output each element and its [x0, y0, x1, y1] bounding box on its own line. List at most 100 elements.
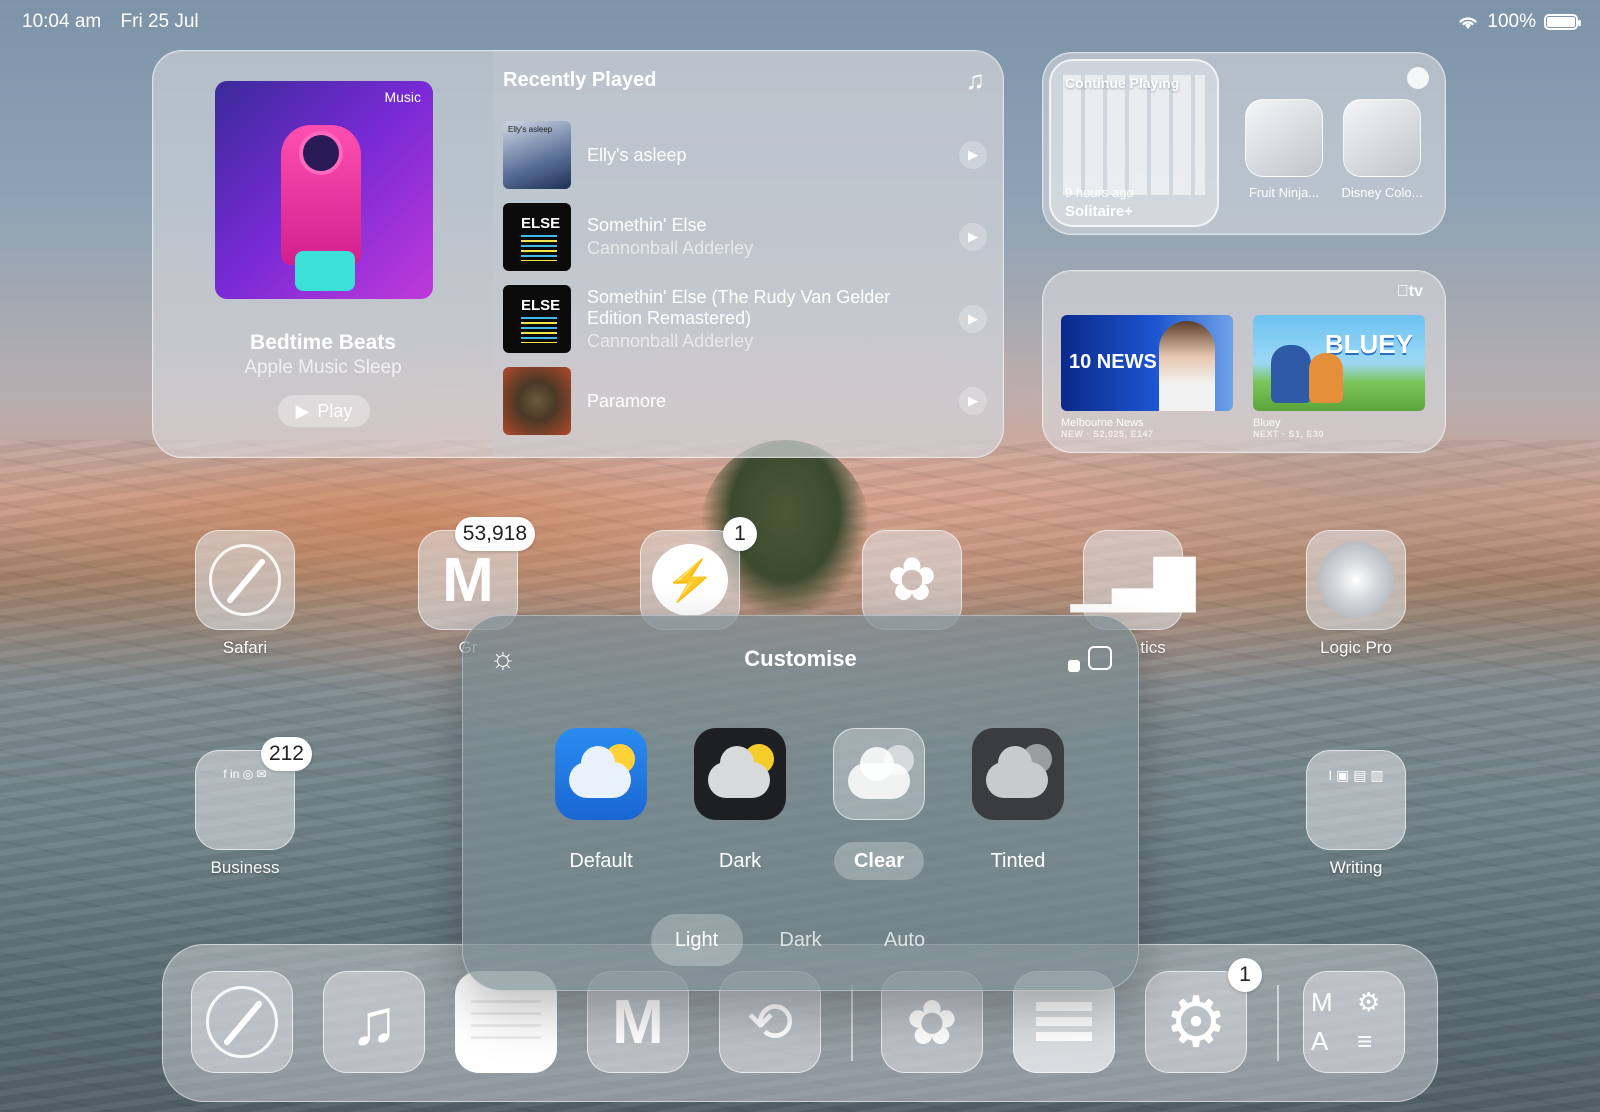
- dock-separator: [1277, 985, 1279, 1061]
- weather-clear-icon: [833, 728, 925, 820]
- safari-icon: [195, 530, 295, 630]
- games-widget[interactable]: Continue Playing 9 hours ago Solitaire+ …: [1042, 52, 1446, 235]
- mode-auto[interactable]: Auto: [859, 914, 951, 966]
- tv-item-title: Bluey: [1253, 417, 1281, 429]
- icon-size-toggle[interactable]: [1068, 646, 1112, 672]
- app-label: Writing: [1329, 858, 1383, 877]
- option-label: Clear: [834, 842, 924, 880]
- status-bar: 10:04 am Fri 25 Jul 100%: [22, 10, 1581, 34]
- mode-dark[interactable]: Dark: [755, 914, 847, 966]
- gear-icon: ⚙: [1164, 983, 1228, 1061]
- weather-default-icon: [555, 728, 647, 820]
- dock-safari[interactable]: [191, 971, 293, 1073]
- folder-icon: f in ◎ ✉ 212: [195, 737, 312, 850]
- status-time: 10:04 am: [22, 11, 102, 32]
- game-app-disney-coloring[interactable]: Disney Colo...: [1341, 99, 1423, 200]
- game-app-label: Disney Colo...: [1341, 185, 1423, 200]
- track-name: Somethin' Else: [587, 215, 707, 235]
- tv-item-title: Melbourne News: [1061, 417, 1144, 429]
- notes-icon: [471, 1000, 541, 1044]
- continue-playing-label: Continue Playing: [1065, 75, 1180, 91]
- notification-badge: 1: [723, 517, 757, 551]
- play-icon: ▶: [295, 400, 310, 421]
- app-safari[interactable]: Safari: [193, 530, 297, 658]
- style-option-default[interactable]: Default: [546, 728, 656, 880]
- dock-music[interactable]: ♫: [323, 971, 425, 1073]
- appearance-mode-selector: Light Dark Auto: [463, 914, 1138, 966]
- track-artist: Cannonball Adderley: [587, 331, 754, 351]
- style-option-tinted[interactable]: Tinted: [963, 728, 1073, 880]
- playlist-subtitle: Apple Music Sleep: [244, 357, 402, 378]
- play-button[interactable]: ▶ Play: [278, 395, 370, 427]
- track-row[interactable]: ELSE Somethin' Else Cannonball Adderley …: [503, 203, 987, 271]
- music-icon: ♫: [350, 986, 398, 1058]
- track-artwork: ELSE: [503, 203, 571, 271]
- recently-played-title: Recently Played: [503, 69, 657, 91]
- tv-thumbnail: 10 NEWS: [1061, 315, 1233, 411]
- gmail-mini-icon: M: [1311, 987, 1333, 1017]
- option-label: Dark: [718, 850, 762, 872]
- track-row[interactable]: Paramore ▶: [503, 367, 987, 435]
- style-option-clear[interactable]: Clear: [824, 728, 934, 880]
- app-logic-pro[interactable]: Logic Pro: [1304, 530, 1408, 658]
- dock-settings[interactable]: ⚙ 1: [1145, 958, 1262, 1073]
- game-app-fruit-ninja[interactable]: Fruit Ninja...: [1243, 99, 1325, 200]
- game-center-icon: [1407, 67, 1429, 89]
- music-widget[interactable]: Music Bedtime Beats Apple Music Sleep ▶ …: [152, 50, 1004, 458]
- weather-dark-icon: [694, 728, 786, 820]
- app-label: Safari: [222, 638, 268, 657]
- album-artwork[interactable]: Music: [215, 81, 433, 299]
- appstore-mini-icon: A: [1311, 1026, 1329, 1056]
- play-label: Play: [317, 400, 353, 421]
- app-label: Logic Pro: [1320, 638, 1392, 657]
- tv-item[interactable]: BLUEY Bluey NEXT · S1, E30: [1253, 315, 1425, 439]
- customise-title: Customise: [744, 646, 857, 671]
- style-option-dark[interactable]: Dark: [685, 728, 795, 880]
- folder-business[interactable]: f in ◎ ✉ 212 Business: [193, 737, 312, 878]
- dock-separator: [851, 985, 853, 1061]
- track-artwork: Elly's asleep: [503, 121, 571, 189]
- status-date: Fri 25 Jul: [120, 11, 199, 32]
- track-name: Somethin' Else (The Rudy Van Gelder Edit…: [587, 287, 891, 328]
- weather-tinted-icon: [972, 728, 1064, 820]
- customise-panel: ☼ Customise Default Dark Clear Tinted Li…: [462, 615, 1139, 991]
- gmail-icon: M: [612, 987, 664, 1057]
- track-artwork: [503, 367, 571, 435]
- option-label: Tinted: [990, 850, 1046, 872]
- track-row[interactable]: ELSE Somethin' Else (The Rudy Van Gelder…: [503, 285, 987, 353]
- diamond-arrow-icon: ⟲: [746, 990, 794, 1053]
- folder-icon: I ▣ ▤ ▥: [1306, 750, 1406, 850]
- solitaire-card[interactable]: Continue Playing 9 hours ago Solitaire+: [1049, 59, 1219, 227]
- fruit-ninja-icon: [1245, 99, 1323, 177]
- game-app-label: Fruit Ninja...: [1248, 185, 1320, 200]
- playlist-title: Bedtime Beats: [250, 331, 396, 354]
- game-name: Solitaire+: [1065, 203, 1133, 220]
- wifi-icon: [1459, 17, 1478, 29]
- tv-thumbnail: BLUEY: [1253, 315, 1425, 411]
- track-play-button[interactable]: ▶: [959, 223, 987, 251]
- logic-pro-icon: [1306, 530, 1406, 630]
- track-row[interactable]: Elly's asleep Elly's asleep ▶: [503, 121, 987, 189]
- tv-item-subtitle: NEW · S2,025, E147: [1061, 429, 1154, 439]
- last-played-time: 9 hours ago: [1065, 185, 1134, 200]
- settings-mini-icon: ⚙: [1357, 987, 1381, 1017]
- notification-badge: 53,918: [454, 517, 535, 551]
- lines-mini-icon: ≡: [1357, 1026, 1373, 1056]
- app-label: Business: [210, 858, 280, 877]
- tv-widget[interactable]: tv 10 NEWS Melbourne News NEW · S2,025,…: [1042, 270, 1446, 453]
- mode-light[interactable]: Light: [650, 914, 743, 966]
- photos-icon: ✿: [906, 988, 958, 1058]
- track-play-button[interactable]: ▶: [959, 387, 987, 415]
- track-play-button[interactable]: ▶: [959, 305, 987, 333]
- track-artist: Cannonball Adderley: [587, 238, 754, 258]
- battery-percent: 100%: [1487, 11, 1536, 32]
- folder-writing[interactable]: I ▣ ▤ ▥ Writing: [1304, 750, 1408, 878]
- track-name: Paramore: [587, 391, 667, 411]
- track-play-button[interactable]: ▶: [959, 141, 987, 169]
- apple-tv-logo: tv: [1397, 283, 1423, 300]
- tv-item[interactable]: 10 NEWS Melbourne News NEW · S2,025, E14…: [1061, 315, 1233, 439]
- apple-music-logo: Music: [384, 89, 421, 105]
- lines-icon: [1036, 1002, 1092, 1042]
- track-name: Elly's asleep: [587, 145, 687, 165]
- dock-app-library[interactable]: M ⚙ A ≡: [1303, 971, 1405, 1073]
